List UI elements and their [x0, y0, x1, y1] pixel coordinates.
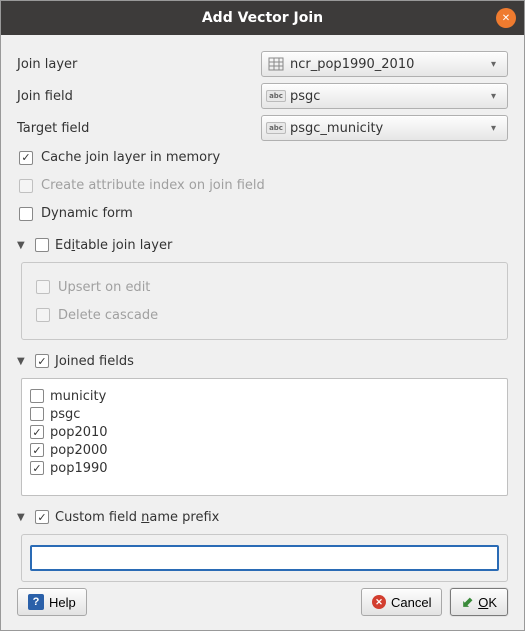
field-item[interactable]: pop2000: [30, 441, 499, 459]
join-field-combo[interactable]: abc psgc ▾: [261, 83, 508, 109]
target-field-label: Target field: [17, 121, 261, 136]
field-name: municity: [50, 389, 106, 404]
joined-fields-checkbox[interactable]: [35, 354, 49, 368]
upsert-label: Upsert on edit: [58, 280, 150, 295]
ok-icon: ⬋: [461, 594, 473, 611]
field-item[interactable]: pop1990: [30, 459, 499, 477]
delete-cascade-label: Delete cascade: [58, 308, 158, 323]
field-checkbox[interactable]: [30, 389, 44, 403]
field-item[interactable]: pop2010: [30, 423, 499, 441]
join-layer-combo[interactable]: ncr_pop1990_2010 ▾: [261, 51, 508, 77]
window-title: Add Vector Join: [202, 10, 323, 26]
field-item[interactable]: psgc: [30, 405, 499, 423]
join-field-row: Join field abc psgc ▾: [17, 83, 508, 109]
joined-fields-label: Joined fields: [55, 354, 134, 369]
dialog-window: Add Vector Join ✕ Join layer ncr_pop1990…: [0, 0, 525, 631]
chevron-down-icon: ▾: [491, 91, 501, 102]
cancel-icon: ✕: [372, 595, 386, 609]
close-button[interactable]: ✕: [496, 8, 516, 28]
ok-button[interactable]: ⬋ OK: [450, 588, 508, 616]
spacer: [95, 588, 353, 616]
table-icon: [268, 56, 284, 72]
create-index-label: Create attribute index on join field: [41, 178, 265, 193]
editable-checkbox[interactable]: [35, 238, 49, 252]
field-name: pop1990: [50, 461, 108, 476]
editable-subpanel: Upsert on edit Delete cascade: [21, 262, 508, 340]
editable-label: Editable join layer: [55, 238, 172, 253]
joined-fields-list[interactable]: municity psgc pop2010 pop2000 pop1990: [21, 378, 508, 496]
field-item[interactable]: municity: [30, 387, 499, 405]
target-field-value: psgc_municity: [290, 121, 491, 136]
custom-prefix-section-header[interactable]: ▼ Custom field name prefix: [17, 506, 508, 528]
custom-prefix-panel: [21, 534, 508, 582]
join-field-value: psgc: [290, 89, 491, 104]
field-checkbox[interactable]: [30, 407, 44, 421]
dynamic-form-option[interactable]: Dynamic form: [17, 203, 508, 225]
cancel-button-label: Cancel: [391, 595, 431, 610]
help-button-label: Help: [49, 595, 76, 610]
delete-cascade-checkbox: [36, 308, 50, 322]
field-name: psgc: [50, 407, 80, 422]
target-field-combo[interactable]: abc psgc_municity ▾: [261, 115, 508, 141]
disclosure-triangle-icon: ▼: [17, 512, 29, 523]
dynamic-form-label: Dynamic form: [41, 206, 133, 221]
disclosure-triangle-icon: ▼: [17, 356, 29, 367]
close-icon: ✕: [502, 13, 510, 24]
field-name: pop2010: [50, 425, 108, 440]
custom-prefix-input[interactable]: [30, 545, 499, 571]
chevron-down-icon: ▾: [491, 59, 501, 70]
field-checkbox[interactable]: [30, 443, 44, 457]
help-icon: ?: [28, 594, 44, 610]
join-layer-label: Join layer: [17, 57, 261, 72]
field-checkbox[interactable]: [30, 461, 44, 475]
join-layer-value: ncr_pop1990_2010: [290, 57, 491, 72]
cache-checkbox[interactable]: [19, 151, 33, 165]
custom-prefix-label: Custom field name prefix: [55, 510, 219, 525]
cache-option[interactable]: Cache join layer in memory: [17, 147, 508, 169]
disclosure-triangle-icon: ▼: [17, 240, 29, 251]
delete-cascade-option: Delete cascade: [34, 301, 495, 329]
button-bar: ? Help ✕ Cancel ⬋ OK: [17, 588, 508, 616]
joined-fields-section-header[interactable]: ▼ Joined fields: [17, 350, 508, 372]
cancel-button[interactable]: ✕ Cancel: [361, 588, 442, 616]
join-layer-row: Join layer ncr_pop1990_2010 ▾: [17, 51, 508, 77]
editable-section-header[interactable]: ▼ Editable join layer: [17, 234, 508, 256]
field-checkbox[interactable]: [30, 425, 44, 439]
text-field-icon: abc: [268, 88, 284, 104]
text-field-icon: abc: [268, 120, 284, 136]
custom-prefix-checkbox[interactable]: [35, 510, 49, 524]
create-index-option: Create attribute index on join field: [17, 175, 508, 197]
target-field-row: Target field abc psgc_municity ▾: [17, 115, 508, 141]
cache-label: Cache join layer in memory: [41, 150, 220, 165]
upsert-option: Upsert on edit: [34, 273, 495, 301]
join-field-label: Join field: [17, 89, 261, 104]
chevron-down-icon: ▾: [491, 123, 501, 134]
ok-button-label: OK: [478, 595, 497, 610]
create-index-checkbox: [19, 179, 33, 193]
dialog-content: Join layer ncr_pop1990_2010 ▾ Join field…: [1, 35, 524, 630]
dynamic-form-checkbox[interactable]: [19, 207, 33, 221]
field-name: pop2000: [50, 443, 108, 458]
upsert-checkbox: [36, 280, 50, 294]
titlebar: Add Vector Join ✕: [1, 1, 524, 35]
help-button[interactable]: ? Help: [17, 588, 87, 616]
